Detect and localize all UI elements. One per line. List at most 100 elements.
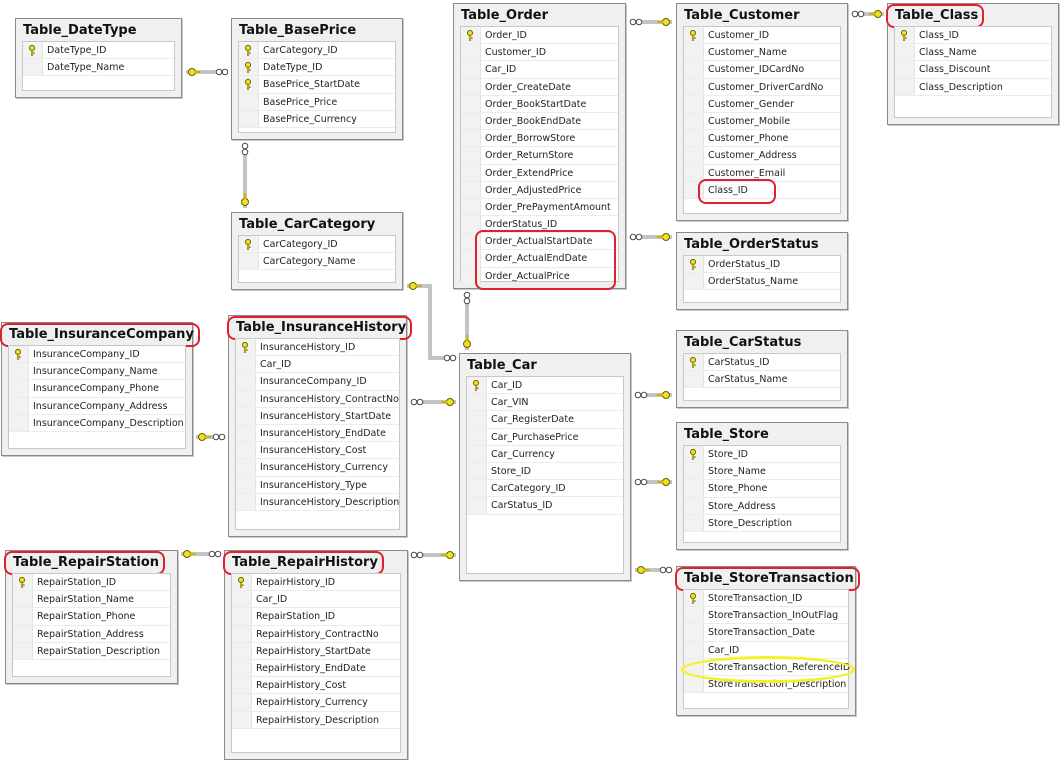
column-row[interactable]: Order_CreateDate [461,78,618,96]
column-row[interactable]: Store_ID [467,462,623,481]
column-row[interactable]: RepairStation_Phone [13,608,170,626]
table-order[interactable]: Table_Order Order_ID Customer_ID Car_ID Orde… [453,3,626,289]
column-row[interactable]: Customer_Mobile [684,112,840,131]
column-row[interactable]: InsuranceCompany_Description [9,414,185,432]
column-row[interactable]: InsuranceHistory_Description [236,493,399,511]
table-carstatus[interactable]: Table_CarStatus CarStatus_ID CarStatus_Nam… [676,330,848,408]
column-row[interactable]: Store_ID [684,446,840,464]
column-row[interactable]: Order_AdjustedPrice [461,181,618,199]
column-row[interactable]: DateType_ID [239,59,395,77]
table-insurancecompany[interactable]: Table_InsuranceCompany InsuranceCompany_I… [0,322,200,456]
column-row[interactable]: Customer_ID [461,44,618,62]
column-row[interactable]: InsuranceHistory_ContractNo [236,390,399,408]
table-customer[interactable]: Table_Customer Customer_ID Customer_Name Cu… [676,3,848,221]
table-orderstatus[interactable]: Table_OrderStatus OrderStatus_ID OrderStat… [676,232,848,310]
column-row[interactable]: InsuranceHistory_Type [236,476,399,494]
column-row[interactable]: StoreTransaction_Date [684,624,848,642]
column-row[interactable]: Order_ExtendPrice [461,164,618,182]
column-row[interactable]: Car_Currency [467,445,623,463]
table-car[interactable]: Table_Car Car_ID Car_VIN Car_RegisterDate Ca… [459,353,631,581]
column-row[interactable]: DateType_ID [23,42,174,60]
column-row[interactable]: Class_Description [895,78,1051,96]
column-row[interactable]: Order_BookEndDate [461,112,618,131]
column-row[interactable]: RepairStation_Name [13,591,170,609]
column-row[interactable]: InsuranceCompany_Phone [9,380,185,398]
column-row[interactable]: Car_ID [467,377,623,395]
column-row[interactable]: RepairHistory_Currency [232,694,400,712]
column-row[interactable]: Car_ID [236,356,399,374]
column-row[interactable]: StoreTransaction_ID [684,590,848,608]
column-row[interactable]: Order_BookStartDate [461,95,618,113]
column-row[interactable]: RepairHistory_StartDate [232,642,400,660]
column-row[interactable]: Customer_Email [684,164,840,182]
column-row[interactable]: InsuranceHistory_StartDate [236,407,399,425]
column-row[interactable]: InsuranceCompany_Address [9,397,185,415]
column-row[interactable]: InsuranceCompany_Name [9,363,185,381]
column-row[interactable]: BasePrice_Currency [239,110,395,128]
column-row[interactable]: Class_ID [684,181,840,199]
column-row[interactable]: Customer_Address [684,147,840,165]
column-row[interactable]: Customer_Name [684,44,840,62]
column-row[interactable]: RepairHistory_EndDate [232,659,400,678]
column-row[interactable]: CarCategory_ID [467,480,623,498]
column-row[interactable]: BasePrice_Price [239,93,395,111]
column-row[interactable]: Customer_Gender [684,95,840,113]
column-row[interactable]: Car_VIN [467,394,623,412]
column-row[interactable]: Customer_DriverCardNo [684,78,840,96]
column-row[interactable]: Store_Phone [684,480,840,498]
table-repairhistory[interactable]: Table_RepairHistory RepairHistory_ID Car_I… [223,550,408,760]
column-row[interactable]: Class_Name [895,44,1051,62]
column-row[interactable]: RepairStation_Description [13,642,170,660]
column-row[interactable]: InsuranceHistory_ID [236,339,399,357]
column-row[interactable]: Car_ID [232,591,400,609]
column-row[interactable]: CarStatus_ID [684,354,840,372]
table-storetransaction[interactable]: Table_StoreTransaction StoreTransaction_I… [675,566,860,716]
column-row[interactable]: Class_ID [895,27,1051,45]
column-row[interactable]: RepairHistory_Description [232,711,400,729]
column-row[interactable]: CarCategory_ID [239,42,395,60]
column-row[interactable]: Store_Description [684,514,840,532]
column-row[interactable]: DateType_Name [23,59,174,77]
rel-carcategory-car[interactable] [407,284,456,360]
column-row[interactable]: RepairHistory_ContractNo [232,625,400,643]
column-row[interactable]: RepairStation_ID [232,608,400,626]
column-row[interactable]: Order_BorrowStore [461,130,618,148]
table-carcategory[interactable]: Table_CarCategory CarCategory_ID CarCatego… [231,212,403,290]
column-row[interactable]: Customer_IDCardNo [684,61,840,79]
column-row[interactable]: Car_ID [684,641,848,659]
column-row[interactable]: Car_RegisterDate [467,411,623,429]
column-row[interactable]: OrderStatus_Name [684,273,840,291]
column-row[interactable]: Order_ActualPrice [461,267,618,285]
column-row[interactable]: StoreTransaction_InOutFlag [684,607,848,625]
column-row[interactable]: Store_Name [684,463,840,481]
column-row[interactable]: InsuranceHistory_Currency [236,459,399,477]
table-store[interactable]: Table_Store Store_ID Store_Name Store_Phone… [676,422,848,550]
column-row[interactable]: Order_PrePaymentAmount [461,198,618,217]
column-row[interactable]: RepairHistory_Cost [232,677,400,695]
column-row[interactable]: Class_Discount [895,61,1051,79]
column-row[interactable]: Order_ActualStartDate [461,233,618,251]
column-row[interactable]: CarCategory_ID [239,236,395,254]
column-row[interactable]: Order_ReturnStore [461,147,618,165]
column-row[interactable]: Order_ID [461,27,618,45]
table-repairstation[interactable]: Table_RepairStation RepairStation_ID Repai… [3,550,178,684]
column-row[interactable]: StoreTransaction_Description [684,675,848,694]
column-row[interactable]: CarStatus_Name [684,371,840,389]
column-row[interactable]: RepairStation_Address [13,625,170,643]
column-row[interactable]: CarCategory_Name [239,253,395,271]
column-row[interactable]: StoreTransaction_ReferenceID [684,658,850,676]
table-class[interactable]: Table_Class Class_ID Class_Name Class_Disco… [885,3,1059,125]
table-insurancehistory[interactable]: Table_InsuranceHistory InsuranceHistory_I… [226,315,413,537]
column-row[interactable]: RepairHistory_ID [232,574,400,592]
column-row[interactable]: Car_ID [461,61,618,79]
column-row[interactable]: InsuranceHistory_Cost [236,442,399,460]
column-row[interactable]: RepairStation_ID [13,574,170,592]
column-row[interactable]: InsuranceHistory_EndDate [236,424,399,443]
table-baseprice[interactable]: Table_BasePrice CarCategory_ID DateType_ID… [231,18,403,140]
column-row[interactable]: Order_ActualEndDate [461,250,618,268]
column-row[interactable]: BasePrice_StartDate [239,76,395,94]
column-row[interactable]: CarStatus_ID [467,497,623,515]
column-row[interactable]: Customer_ID [684,27,840,45]
column-row[interactable]: Car_PurchasePrice [467,428,623,446]
table-datetype[interactable]: Table_DateType DateType_ID DateType_Name [15,18,182,98]
